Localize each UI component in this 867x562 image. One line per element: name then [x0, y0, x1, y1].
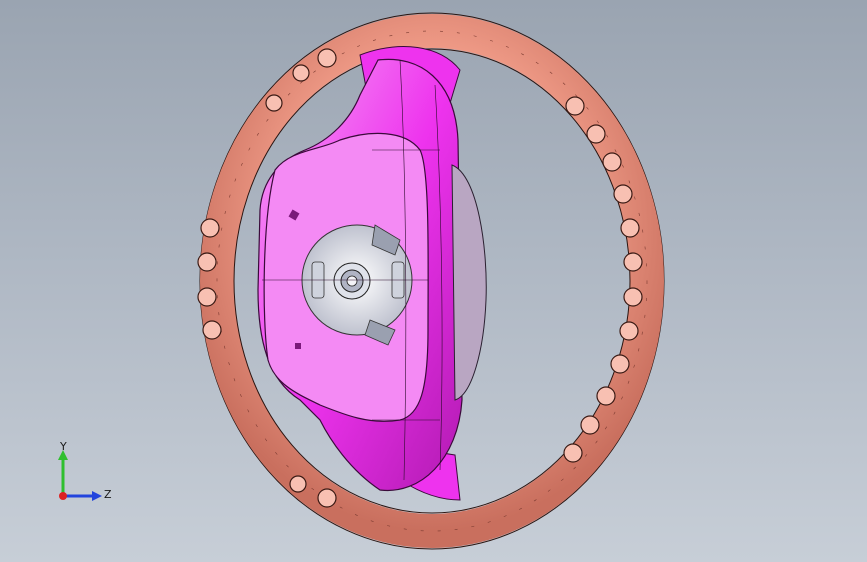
airbag-cushion: [451, 164, 487, 401]
coordinate-triad: Y Z: [50, 438, 120, 508]
steering-wheel-model[interactable]: [0, 0, 867, 562]
hub-screw: [295, 343, 301, 349]
y-axis-label: Y: [60, 440, 67, 453]
z-axis-label: Z: [104, 488, 112, 501]
graphics-viewport[interactable]: Y Z: [0, 0, 867, 562]
